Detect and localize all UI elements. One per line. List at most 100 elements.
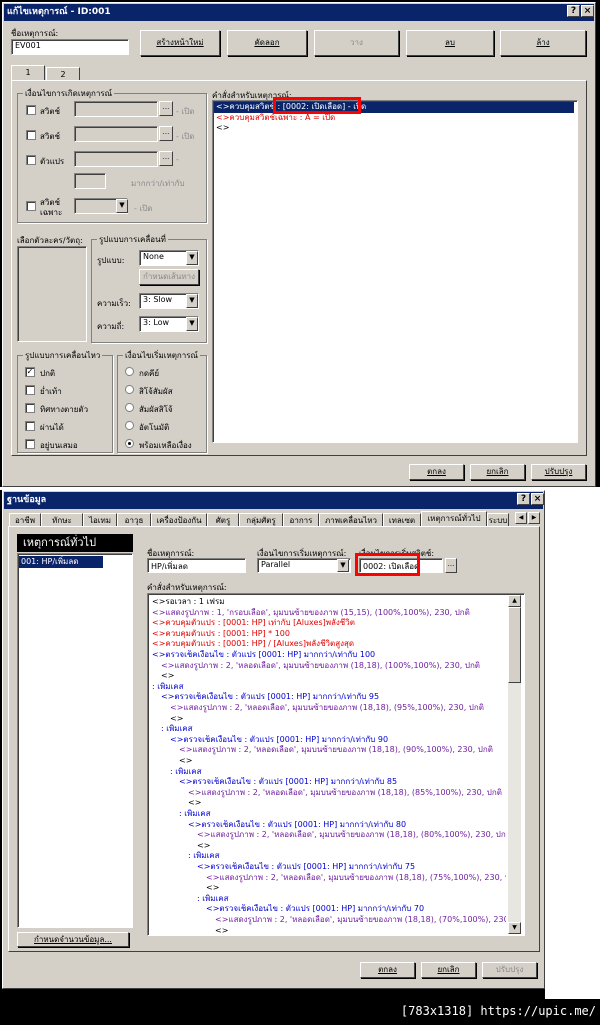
db-tab[interactable]: ภาพเคลื่อนไหว: [319, 513, 383, 526]
db-tab[interactable]: เทลเซต: [383, 513, 421, 526]
tab-page-1[interactable]: 1: [11, 65, 45, 80]
movement-type-dropdown-icon[interactable]: ▼: [186, 251, 198, 265]
common-command-line[interactable]: <>: [197, 841, 506, 852]
common-command-line[interactable]: <>ตรวจเช็คเงื่อนไข : ตัวแปร [0001: HP] ม…: [161, 692, 506, 703]
common-command-line[interactable]: <>แสดงรูปภาพ : 2, 'หลอดเลือด', มุมบนซ้าย…: [197, 830, 506, 841]
common-command-line[interactable]: <>ตรวจเช็คเงื่อนไข : ตัวแปร [0001: HP] ม…: [152, 650, 506, 661]
condition-variable-checkbox[interactable]: [26, 155, 36, 165]
db-tab[interactable]: เครื่องป้องกัน: [151, 513, 207, 526]
option-checkbox[interactable]: ✓: [25, 367, 35, 377]
common-command-line[interactable]: <>ตรวจเช็คเงื่อนไข : ตัวแปร [0001: HP] ม…: [179, 777, 506, 788]
common-command-line[interactable]: <>ควบคุมตัวแปร : [0001: HP] / [Aluxes]พล…: [152, 639, 506, 650]
db-tab[interactable]: กลุ่มศัตรู: [239, 513, 283, 526]
condition-variable-ellipsis-button[interactable]: ...: [159, 151, 173, 166]
new-page-button[interactable]: สร้างหน้าใหม่: [140, 30, 220, 56]
trigger-radio[interactable]: [125, 367, 134, 376]
common-command-line[interactable]: <>ตรวจเช็คเงื่อนไข : ตัวแปร [0001: HP] ม…: [206, 904, 506, 915]
common-command-line[interactable]: <>: [215, 926, 506, 937]
close-button[interactable]: ×: [581, 5, 594, 17]
condition-selfswitch-checkbox[interactable]: [26, 201, 36, 211]
tab-scroll-right-icon[interactable]: ▶: [528, 512, 540, 524]
apply-button[interactable]: ปรับปรุง: [531, 464, 586, 480]
paste-page-button[interactable]: วาง: [314, 30, 399, 56]
common-command-line[interactable]: <>ตรวจเช็คเงื่อนไข : ตัวแปร [0001: HP] ม…: [188, 820, 506, 831]
move-route-button[interactable]: กำหนดเส้นทาง: [139, 269, 199, 285]
movement-speed-dropdown-icon[interactable]: ▼: [186, 294, 198, 308]
common-command-line[interactable]: <>แสดงรูปภาพ : 2, 'หลอดเลือด', มุมบนซ้าย…: [179, 745, 506, 756]
common-command-line[interactable]: <>: [161, 671, 506, 682]
scroll-thumb[interactable]: [508, 607, 521, 683]
common-command-line[interactable]: <>: [179, 756, 506, 767]
common-command-line[interactable]: : เพิ่มเคส: [197, 894, 506, 905]
common-command-line[interactable]: <>: [170, 714, 506, 725]
commands-list[interactable]: [212, 100, 578, 443]
trigger-radio[interactable]: [125, 439, 134, 448]
command-line[interactable]: <>ควบคุมสวิตช์ : [0002: เปิดเลือด] - เปิ…: [214, 102, 574, 113]
graphic-preview[interactable]: [17, 246, 87, 342]
common-command-line[interactable]: : เพิ่มเคส: [188, 851, 506, 862]
db-cancel-button[interactable]: ยกเลิก: [421, 962, 476, 978]
scroll-up-icon[interactable]: ▲: [508, 595, 521, 607]
common-command-line[interactable]: : เพิ่มเคส: [170, 767, 506, 778]
delete-page-button[interactable]: ลบ: [406, 30, 494, 56]
db-ok-button[interactable]: ตกลง: [360, 962, 415, 978]
common-command-line[interactable]: <>ควบคุมตัวแปร : [0001: HP] เท่ากับ [Alu…: [152, 618, 506, 629]
event-name-input[interactable]: EV001: [11, 39, 129, 55]
scroll-down-icon[interactable]: ▼: [508, 922, 521, 934]
movement-freq-dropdown-icon[interactable]: ▼: [186, 317, 198, 331]
command-line[interactable]: <>: [214, 123, 574, 134]
common-command-line[interactable]: <>: [188, 798, 506, 809]
condition-selfswitch-dropdown-icon[interactable]: ▼: [116, 199, 128, 213]
common-command-line[interactable]: <>แสดงรูปภาพ : 2, 'หลอดเลือด', มุมบนซ้าย…: [215, 915, 506, 926]
option-checkbox[interactable]: [25, 403, 35, 413]
condition-switch2-ellipsis-button[interactable]: ...: [159, 126, 173, 141]
common-command-line[interactable]: <>ควบคุมตัวแปร : [0001: HP] * 100: [152, 629, 506, 640]
common-command-line[interactable]: <>แสดงรูปภาพ : 2, 'หลอดเลือด', มุมบนซ้าย…: [161, 661, 506, 672]
option-checkbox[interactable]: [25, 385, 35, 395]
common-command-line[interactable]: : เพิ่มเคส: [161, 724, 506, 735]
common-command-line[interactable]: <>แสดงรูปภาพ : 2, 'หลอดเลือด', มุมบนซ้าย…: [170, 703, 506, 714]
db-tab[interactable]: อาชีพ: [9, 513, 41, 526]
change-maximum-button[interactable]: กำหนดจำนวนข้อมูล...: [17, 932, 129, 947]
tab-scroll-left-icon[interactable]: ◀: [515, 512, 527, 524]
help-button[interactable]: ?: [567, 5, 580, 17]
common-command-line[interactable]: : เพิ่มเคส: [152, 682, 506, 693]
common-command-line[interactable]: <>ตรวจเช็คเงื่อนไข : ตัวแปร [0001: HP] ม…: [197, 862, 506, 873]
db-tab[interactable]: ศัตรู: [207, 513, 239, 526]
common-command-line[interactable]: <>แสดงรูปภาพ : 2, 'หลอดเลือด', มุมบนซ้าย…: [206, 873, 506, 884]
ok-button[interactable]: ตกลง: [409, 464, 464, 480]
db-tab[interactable]: อาการ: [283, 513, 319, 526]
common-command-line[interactable]: <>ตรวจเช็คเงื่อนไข : ตัวแปร [0001: HP] ม…: [170, 735, 506, 746]
db-tab[interactable]: ไอเทม: [83, 513, 117, 526]
db-tab[interactable]: ทักษะ: [41, 513, 83, 526]
common-name-input[interactable]: HP/เพิ่มลด: [147, 558, 246, 573]
db-tab[interactable]: ระบบ: [487, 513, 509, 526]
common-event-item[interactable]: 001: HP/เพิ่มลด: [19, 556, 103, 568]
common-events-list[interactable]: [17, 553, 133, 928]
tab-page-2[interactable]: 2: [46, 67, 80, 80]
common-command-line[interactable]: : เพิ่มเคส: [179, 809, 506, 820]
option-checkbox[interactable]: [25, 421, 35, 431]
db-help-button[interactable]: ?: [517, 493, 530, 505]
db-tab[interactable]: อาวุธ: [117, 513, 151, 526]
common-command-line[interactable]: <>: [206, 883, 506, 894]
db-close-button[interactable]: ×: [531, 493, 544, 505]
option-checkbox[interactable]: [25, 439, 35, 449]
copy-page-button[interactable]: คัดลอก: [227, 30, 307, 56]
condition-switch1-ellipsis-button[interactable]: ...: [159, 101, 173, 116]
command-line[interactable]: <>ควบคุมสวิตช์เฉพาะ : A = เปิด: [214, 113, 574, 124]
db-tab[interactable]: เหตุการณ์ทั่วไป: [421, 511, 487, 527]
trigger-radio[interactable]: [125, 385, 134, 394]
cancel-button[interactable]: ยกเลิก: [470, 464, 525, 480]
trigger-radio[interactable]: [125, 403, 134, 412]
db-apply-button[interactable]: ปรับปรุง: [482, 962, 537, 978]
condition-switch2-checkbox[interactable]: [26, 130, 36, 140]
condition-switch1-checkbox[interactable]: [26, 105, 36, 115]
clear-page-button[interactable]: ล้าง: [500, 30, 586, 56]
trigger-radio[interactable]: [125, 421, 134, 430]
common-command-line[interactable]: <>แสดงรูปภาพ : 1, 'กรอบเลือด', มุมบนซ้าย…: [152, 608, 506, 619]
common-trigger-dropdown-icon[interactable]: ▼: [337, 559, 349, 572]
common-command-line[interactable]: <>รอเวลา : 1 เฟรม: [152, 597, 506, 608]
common-command-line[interactable]: <>แสดงรูปภาพ : 2, 'หลอดเลือด', มุมบนซ้าย…: [188, 788, 506, 799]
common-switch-ellipsis-button[interactable]: ...: [445, 558, 457, 573]
